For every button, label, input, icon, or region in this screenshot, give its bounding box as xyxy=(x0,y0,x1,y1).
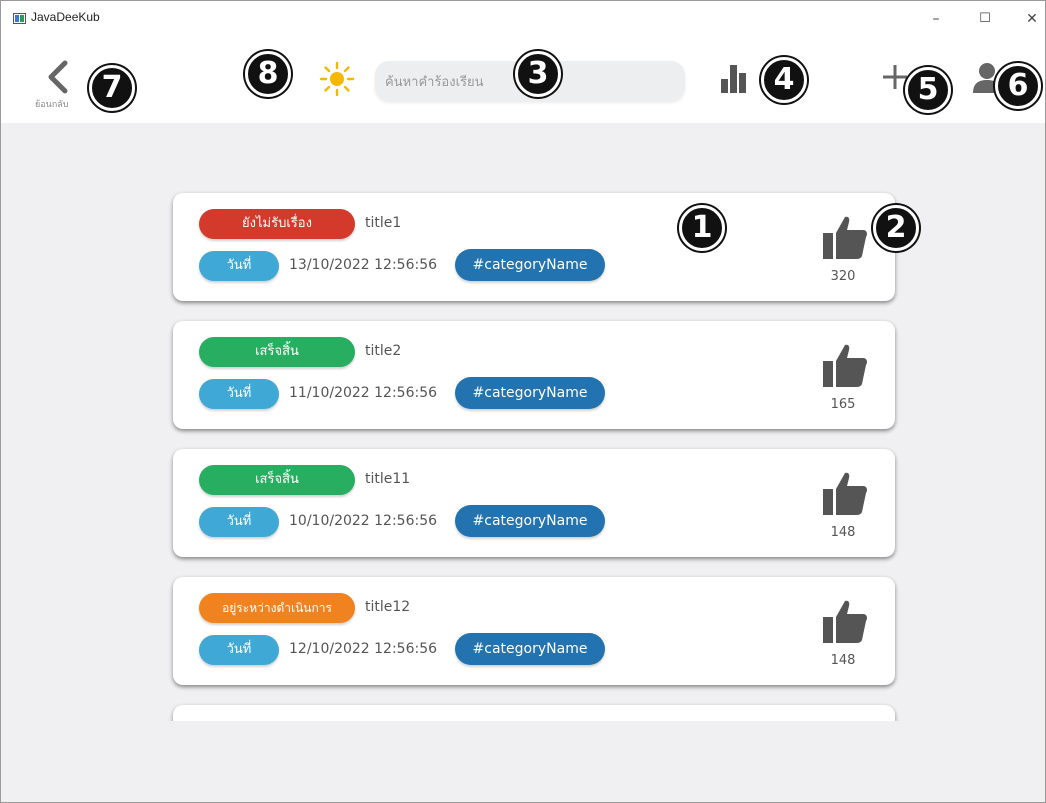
window-title: JavaDeeKub xyxy=(31,10,100,24)
date-label-pill: วันที่ xyxy=(199,379,279,409)
status-badge: อยู่ระหว่างดำเนินการ xyxy=(199,593,355,623)
status-badge: เสร็จสิ้น xyxy=(199,337,355,367)
thumbs-up-icon[interactable] xyxy=(821,597,869,645)
date-value: 11/10/2022 12:56:56 xyxy=(289,385,438,401)
thumbs-up-icon[interactable] xyxy=(821,469,869,517)
back-chevron-icon xyxy=(48,60,68,94)
thumbs-up-icon[interactable] xyxy=(821,341,869,389)
category-tag[interactable]: #categoryName xyxy=(455,249,605,281)
annotation-badge-8: 8 xyxy=(245,51,291,97)
complaint-card[interactable]: เสร็จสิ้น title11 วันที่ 10/10/2022 12:5… xyxy=(173,449,895,557)
status-badge: เสร็จสิ้น xyxy=(199,465,355,495)
card-title: title11 xyxy=(365,471,411,487)
minimize-button[interactable]: – xyxy=(926,9,946,29)
annotation-badge-6: 6 xyxy=(995,63,1041,109)
thumbs-up-icon[interactable] xyxy=(821,213,869,261)
app-icon xyxy=(13,13,26,24)
back-label: ย้อนกลับ xyxy=(35,100,69,110)
category-tag[interactable]: #categoryName xyxy=(455,505,605,537)
annotation-badge-1: 1 xyxy=(679,205,725,251)
annotation-badge-2: 2 xyxy=(873,205,919,251)
complaint-card[interactable]: ยังไม่รับเรื่อง title1 วันที่ 13/10/2022… xyxy=(173,193,895,301)
like-count: 148 xyxy=(830,525,856,540)
category-tag[interactable]: #categoryName xyxy=(455,377,605,409)
card-title: title2 xyxy=(365,343,402,359)
like-count: 165 xyxy=(830,397,856,412)
complaint-list: ยังไม่รับเรื่อง title1 วันที่ 13/10/2022… xyxy=(161,181,911,721)
complaint-card[interactable]: อยู่ระหว่างดำเนินการ title12 วันที่ 12/1… xyxy=(173,577,895,685)
bar-chart-icon[interactable] xyxy=(719,63,749,95)
status-badge: ยังไม่รับเรื่อง xyxy=(199,209,355,239)
date-value: 10/10/2022 12:56:56 xyxy=(289,513,438,529)
annotation-badge-3: 3 xyxy=(515,51,561,97)
annotation-badge-4: 4 xyxy=(761,57,807,103)
like-count: 148 xyxy=(830,653,856,668)
card-title: title12 xyxy=(365,599,411,615)
date-value: 13/10/2022 12:56:56 xyxy=(289,257,438,273)
category-tag[interactable]: #categoryName xyxy=(455,633,605,665)
close-button[interactable]: ✕ xyxy=(1022,9,1042,29)
sun-theme-icon[interactable] xyxy=(319,61,355,97)
maximize-button[interactable]: ☐ xyxy=(975,9,995,29)
title-bar: JavaDeeKub – ☐ ✕ xyxy=(1,1,1045,31)
card-title: title1 xyxy=(365,215,402,231)
date-label-pill: วันที่ xyxy=(199,251,279,281)
complaint-card[interactable]: เสร็จสิ้น title2 วันที่ 11/10/2022 12:56… xyxy=(173,321,895,429)
date-value: 12/10/2022 12:56:56 xyxy=(289,641,438,657)
like-count: 320 xyxy=(830,269,856,284)
search-placeholder: ค้นหาคำร้องเรียน xyxy=(385,74,484,90)
annotation-badge-5: 5 xyxy=(905,67,951,113)
date-label-pill: วันที่ xyxy=(199,507,279,537)
annotation-badge-7: 7 xyxy=(89,65,135,111)
app-window: JavaDeeKub – ☐ ✕ ย้อนกลับ ค้นหาคำร้องเรี… xyxy=(0,0,1046,803)
complaint-card-partial[interactable] xyxy=(173,705,895,721)
date-label-pill: วันที่ xyxy=(199,635,279,665)
